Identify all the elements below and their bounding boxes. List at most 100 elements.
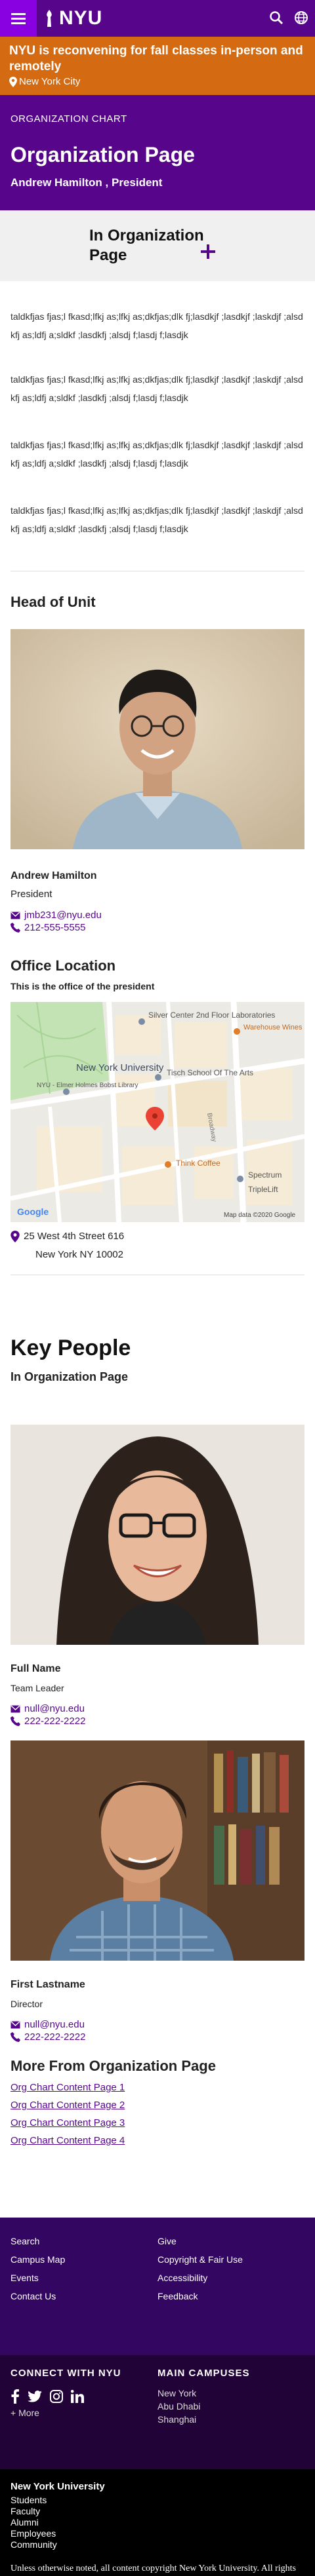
audience-link[interactable]: Students <box>10 2495 304 2506</box>
alert-location: New York City <box>9 76 306 87</box>
office-map[interactable]: Silver Center 2nd Floor Laboratories War… <box>10 1002 304 1222</box>
footer-link[interactable]: Events <box>10 2269 158 2287</box>
body-paragraph: taldkfjas fjas;l fkasd;lfkj as;lfkj as;d… <box>10 374 303 403</box>
audience-link[interactable]: Employees <box>10 2528 304 2539</box>
phone-link[interactable]: 212-555-5555 <box>24 921 85 934</box>
audience-link[interactable]: Community <box>10 2539 304 2550</box>
key-people-subheading: In Organization Page <box>10 1370 129 1383</box>
address-line-1: 25 West 4th Street 616 <box>24 1231 125 1242</box>
campus-list: New York Abu Dhabi Shanghai <box>158 2387 304 2426</box>
address-line-2: New York NY 10002 <box>35 1249 123 1260</box>
map-pin-icon <box>9 76 17 87</box>
covid-alert-banner[interactable]: NYU is reconvening for fall classes in-p… <box>0 37 315 95</box>
hero-person-role: , President <box>105 176 163 189</box>
key-person-photo <box>10 1740 304 1961</box>
campuses-heading: MAIN CAMPUSES <box>158 2368 250 2379</box>
head-of-unit-name: Andrew Hamilton <box>10 870 97 881</box>
footer-connect: CONNECT WITH NYU + More MAIN CAMPUSES Ne… <box>0 2355 315 2469</box>
page-title: Organization Page <box>10 143 195 166</box>
envelope-icon <box>10 1704 20 1712</box>
more-link[interactable]: Org Chart Content Page 2 <box>0 2096 315 2114</box>
footer-right-column: Give Copyright & Fair Use Accessibility … <box>158 2232 304 2305</box>
facebook-icon[interactable] <box>10 2389 20 2404</box>
email-link[interactable]: null@nyu.edu <box>24 2018 85 2031</box>
key-person-email[interactable]: null@nyu.edu <box>0 2018 315 2031</box>
in-page-accordion[interactable]: In Organization Page <box>0 210 315 281</box>
key-person-name: Full Name <box>10 1663 61 1674</box>
key-person-email[interactable]: null@nyu.edu <box>0 1702 315 1715</box>
hamburger-menu-icon[interactable] <box>0 0 37 37</box>
body-paragraph: taldkfjas fjas;l fkasd;lfkj as;lfkj as;d… <box>10 505 303 534</box>
nyu-logo[interactable]: NYU <box>43 7 102 29</box>
more-social-link[interactable]: + More <box>10 2406 158 2419</box>
campus-link[interactable]: Shanghai <box>158 2413 304 2426</box>
connect-heading: CONNECT WITH NYU <box>10 2368 121 2379</box>
campus-link[interactable]: New York <box>158 2387 304 2400</box>
campus-link[interactable]: Abu Dhabi <box>158 2400 304 2413</box>
map-label: TripleLift <box>248 1185 278 1194</box>
footer-link[interactable]: Campus Map <box>10 2250 158 2269</box>
head-of-unit-title: President <box>10 889 52 900</box>
footer-link[interactable]: Search <box>10 2232 158 2250</box>
phone-icon <box>10 1716 20 1726</box>
key-people-heading: Key People <box>10 1336 131 1360</box>
key-person-photo <box>10 1425 304 1645</box>
key-person-phone[interactable]: 222-222-2222 <box>0 1715 315 1727</box>
email-link[interactable]: null@nyu.edu <box>24 1702 85 1715</box>
map-label: Silver Center 2nd Floor Laboratories <box>148 1010 275 1020</box>
head-of-unit-heading: Head of Unit <box>10 594 96 610</box>
more-from-heading: More From Organization Page <box>10 2058 216 2074</box>
site-header: NYU <box>0 0 315 37</box>
hero-kicker: ORGANIZATION CHART <box>10 113 127 125</box>
head-of-unit-email[interactable]: jmb231@nyu.edu <box>0 909 315 921</box>
office-address: 25 West 4th Street 616 New York NY 10002 <box>0 1227 315 1264</box>
footer-link[interactable]: Contact Us <box>10 2287 158 2305</box>
office-location-heading: Office Location <box>10 957 116 974</box>
phone-icon <box>10 923 20 932</box>
plus-icon[interactable] <box>201 244 215 259</box>
footer-link[interactable]: Accessibility <box>158 2269 304 2287</box>
body-paragraph: taldkfjas fjas;l fkasd;lfkj as;lfkj as;d… <box>10 440 303 469</box>
instagram-icon[interactable] <box>50 2390 63 2403</box>
map-label: Tisch School Of The Arts <box>167 1068 253 1077</box>
torch-icon <box>47 10 52 27</box>
phone-link[interactable]: 222-222-2222 <box>24 2031 85 2043</box>
more-link[interactable]: Org Chart Content Page 4 <box>0 2132 315 2149</box>
office-description: This is the office of the president <box>10 981 155 991</box>
key-person-role: Team Leader <box>10 1683 64 1693</box>
audience-link[interactable]: Alumni <box>10 2517 304 2528</box>
footer-link[interactable]: Copyright & Fair Use <box>158 2250 304 2269</box>
globe-icon[interactable] <box>294 10 308 25</box>
audience-links: Students Faculty Alumni Employees Commun… <box>10 2495 304 2550</box>
key-person-role: Director <box>10 1999 43 2009</box>
university-name[interactable]: New York University <box>10 2481 304 2492</box>
key-person-phone[interactable]: 222-222-2222 <box>0 2031 315 2043</box>
more-link[interactable]: Org Chart Content Page 3 <box>0 2114 315 2132</box>
head-of-unit-phone[interactable]: 212-555-5555 <box>0 921 315 934</box>
twitter-icon[interactable] <box>28 2391 42 2402</box>
footer-link[interactable]: Give <box>158 2232 304 2250</box>
linkedin-icon[interactable] <box>71 2390 84 2403</box>
alert-location-text: New York City <box>19 76 81 87</box>
phone-link[interactable]: 222-222-2222 <box>24 1715 85 1727</box>
more-link[interactable]: Org Chart Content Page 1 <box>0 2079 315 2096</box>
body-paragraph: taldkfjas fjas;l fkasd;lfkj as;lfkj as;d… <box>10 311 303 340</box>
footer-link[interactable]: Feedback <box>158 2287 304 2305</box>
map-label: Warehouse Wines & Spirits <box>243 1024 304 1031</box>
footer-left-column: Search Campus Map Events Contact Us <box>10 2232 158 2305</box>
hero-person-name: Andrew Hamilton <box>10 176 102 189</box>
hero-person: Andrew Hamilton , President <box>10 176 304 189</box>
envelope-icon <box>10 2020 20 2028</box>
envelope-icon <box>10 911 20 919</box>
copyright-text: Unless otherwise noted, all content copy… <box>10 2564 296 2573</box>
hero-section: ORGANIZATION CHART Organization Page And… <box>0 95 315 210</box>
audience-link[interactable]: Faculty <box>10 2506 304 2517</box>
email-link[interactable]: jmb231@nyu.edu <box>24 909 102 921</box>
footer-bottom: New York University Students Faculty Alu… <box>0 2469 315 2576</box>
search-icon[interactable] <box>269 10 284 25</box>
alert-title[interactable]: NYU is reconvening for fall classes in-p… <box>9 43 306 75</box>
more-links-list: Org Chart Content Page 1 Org Chart Conte… <box>0 2079 315 2149</box>
head-of-unit-photo <box>10 629 304 849</box>
social-links <box>10 2389 158 2404</box>
logo-text: NYU <box>59 7 103 29</box>
